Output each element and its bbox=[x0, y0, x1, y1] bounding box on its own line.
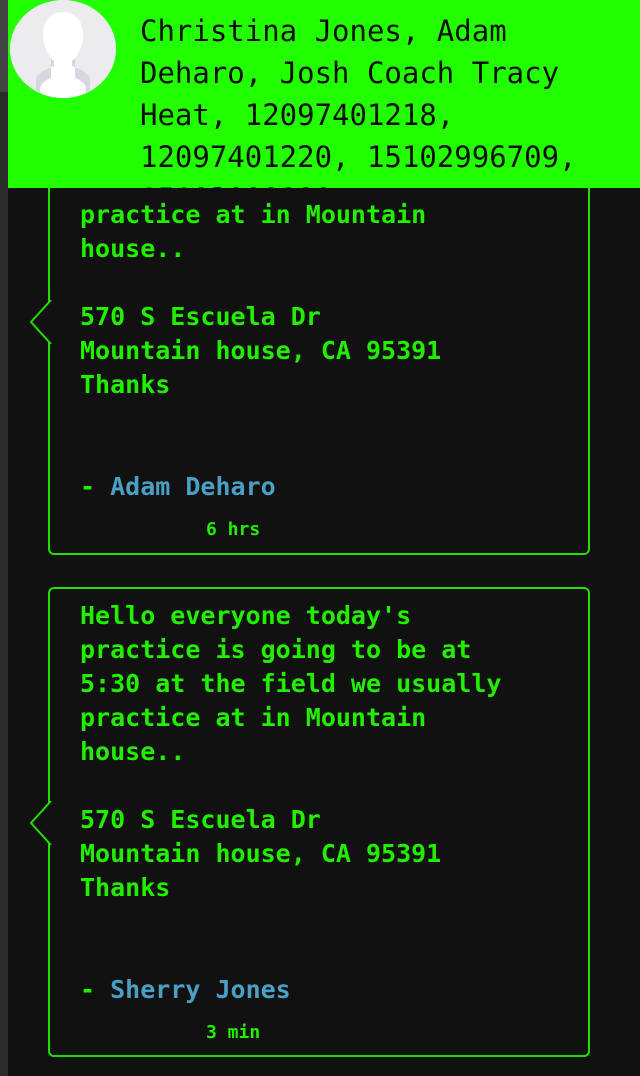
author-dash: - bbox=[80, 472, 111, 501]
author-name[interactable]: Sherry Jones bbox=[110, 975, 291, 1004]
conversation-screen: practice at in Mountain house.. 570 S Es… bbox=[0, 0, 640, 1076]
message-text: Hello everyone today's practice is going… bbox=[80, 601, 502, 902]
message-text: practice at in Mountain house.. 570 S Es… bbox=[80, 200, 442, 399]
bubble-tail bbox=[30, 300, 52, 344]
conversation-header: Christina Jones, Adam Deharo, Josh Coach… bbox=[8, 0, 640, 188]
message-bubble: practice at in Mountain house.. 570 S Es… bbox=[30, 150, 590, 555]
message-author: - Sherry Jones bbox=[80, 973, 291, 1007]
message-bubble: Hello everyone today's practice is going… bbox=[30, 587, 590, 1057]
bubble-tail bbox=[30, 801, 52, 845]
author-name[interactable]: Adam Deharo bbox=[110, 472, 276, 501]
conversation-participants[interactable]: Christina Jones, Adam Deharo, Josh Coach… bbox=[140, 10, 635, 188]
author-dash: - bbox=[80, 975, 111, 1004]
message-author: - Adam Deharo bbox=[80, 470, 276, 504]
message-timestamp: 6 hrs bbox=[206, 519, 261, 540]
message-timestamp: 3 min bbox=[206, 1022, 261, 1043]
default-user-avatar-icon[interactable] bbox=[10, 0, 116, 98]
